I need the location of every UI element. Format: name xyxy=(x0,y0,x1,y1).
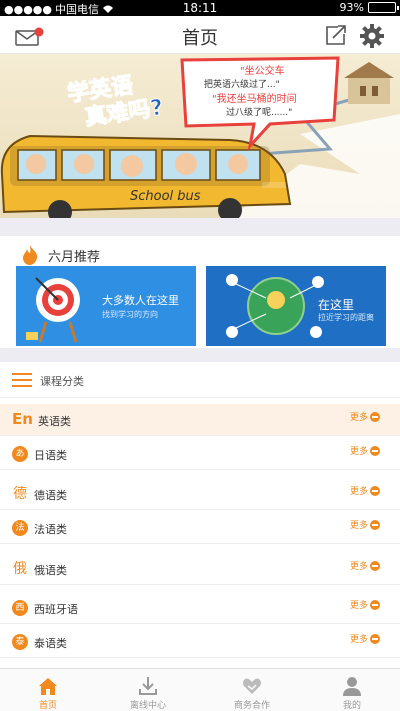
battery-label: 93% xyxy=(339,1,364,14)
more-link[interactable]: 更多 xyxy=(350,632,368,645)
nav-bar: 首页 xyxy=(0,16,400,54)
category-row-thai[interactable]: 泰 泰语类 更多 xyxy=(0,626,400,658)
june-recommend-section: 六月推荐 大多数人在这里 找到学习的方向 在这里 拉近学习的距离 xyxy=(0,236,400,348)
german-icon: 德 xyxy=(13,486,27,502)
section-divider xyxy=(0,218,400,236)
category-row-french[interactable]: 法 法语类 更多 xyxy=(0,512,400,544)
category-name: 英语类 xyxy=(38,415,71,428)
more-link[interactable]: 更多 xyxy=(350,410,368,423)
svg-text:把英语六级过了...": 把英语六级过了..." xyxy=(204,78,280,90)
collapse-icon[interactable] xyxy=(370,634,380,644)
more-link[interactable]: 更多 xyxy=(350,559,368,572)
category-name: 日语类 xyxy=(34,449,67,462)
category-name: 泰语类 xyxy=(34,637,67,650)
user-icon xyxy=(343,677,361,696)
bus-illustration xyxy=(0,134,292,218)
share-icon[interactable] xyxy=(324,24,348,46)
tab-home-label: 首页 xyxy=(38,701,57,711)
globe-icon xyxy=(226,274,324,338)
bus-text: School bus xyxy=(130,189,201,204)
category-row-spanish[interactable]: 西 西班牙语 更多 xyxy=(0,592,400,624)
tab-offline[interactable]: 离线中心 xyxy=(108,671,188,711)
section-divider-2 xyxy=(0,348,400,362)
category-title: 课程分类 xyxy=(40,375,84,388)
collapse-icon[interactable] xyxy=(370,446,380,456)
svg-text:过八级了呢......": 过八级了呢......" xyxy=(226,106,292,118)
category-name: 西班牙语 xyxy=(34,603,78,616)
status-right: 93% xyxy=(339,1,399,14)
flame-icon xyxy=(23,245,38,265)
collapse-icon[interactable] xyxy=(370,520,380,530)
status-bar: ●●●●● 中国电信 18:11 93% xyxy=(0,0,400,16)
tab-bar: 首页 离线中心 商务合作 我的 xyxy=(0,668,400,711)
tab-mine-label: 我的 xyxy=(342,701,361,711)
gear-icon[interactable] xyxy=(359,23,385,49)
tab-business[interactable]: 商务合作 xyxy=(212,671,292,711)
category-row-german[interactable]: 德 德语类 更多 xyxy=(0,478,400,510)
thai-icon: 泰 xyxy=(12,634,28,650)
category-name: 俄语类 xyxy=(34,564,67,577)
more-link[interactable]: 更多 xyxy=(350,484,368,497)
tab-mine[interactable]: 我的 xyxy=(312,671,392,711)
more-link[interactable]: 更多 xyxy=(350,444,368,457)
category-row-english[interactable]: En 英语类 更多 xyxy=(0,404,400,436)
spanish-icon: 西 xyxy=(12,600,28,616)
svg-text:"我还坐马桶的时间: "我还坐马桶的时间 xyxy=(212,92,297,105)
recommend-card-1[interactable]: 大多数人在这里 找到学习的方向 xyxy=(16,266,196,346)
promo-banner[interactable]: School bus 学英语 真难吗? "坐公交车 把英语六级过了..." "我… xyxy=(0,54,400,218)
russian-icon: 俄 xyxy=(13,561,27,577)
category-name: 德语类 xyxy=(34,489,67,502)
card1-line2: 找到学习的方向 xyxy=(102,310,158,319)
tab-business-label: 商务合作 xyxy=(233,701,270,711)
category-row-japanese[interactable]: あ 日语类 更多 xyxy=(0,438,400,470)
card2-line1: 在这里 xyxy=(318,298,355,312)
collapse-icon[interactable] xyxy=(370,561,380,571)
recommend-header: 六月推荐 xyxy=(20,244,100,266)
japanese-icon: あ xyxy=(12,446,28,462)
card1-line1: 大多数人在这里 xyxy=(102,294,179,307)
category-name: 法语类 xyxy=(34,523,67,536)
collapse-icon[interactable] xyxy=(370,486,380,496)
recommend-title: 六月推荐 xyxy=(48,249,101,265)
battery-icon xyxy=(368,2,399,13)
tab-home[interactable]: 首页 xyxy=(8,671,88,711)
card2-line2: 拉近学习的距离 xyxy=(318,313,374,322)
category-row-russian[interactable]: 俄 俄语类 更多 xyxy=(0,553,400,585)
recommend-card-2[interactable]: 在这里 拉近学习的距离 xyxy=(206,266,386,346)
more-link[interactable]: 更多 xyxy=(350,598,368,611)
svg-text:"坐公交车: "坐公交车 xyxy=(240,64,285,77)
menu-icon xyxy=(12,373,32,387)
collapse-icon[interactable] xyxy=(370,412,380,422)
collapse-icon[interactable] xyxy=(370,600,380,610)
more-link[interactable]: 更多 xyxy=(350,518,368,531)
handshake-icon xyxy=(243,678,261,694)
tab-offline-label: 离线中心 xyxy=(129,701,166,711)
banner-illustration: School bus 学英语 真难吗? "坐公交车 把英语六级过了..." "我… xyxy=(0,54,400,218)
category-header: 课程分类 xyxy=(0,362,400,398)
download-icon xyxy=(139,677,157,695)
french-icon: 法 xyxy=(12,520,28,536)
home-icon xyxy=(39,678,57,695)
english-icon: En xyxy=(12,410,33,428)
